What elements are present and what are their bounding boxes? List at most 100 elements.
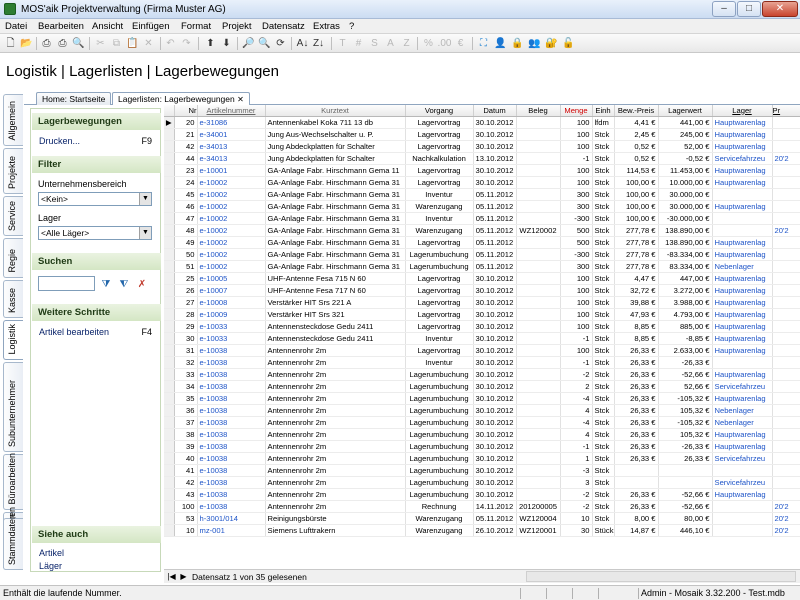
table-cell[interactable]: 20'2 bbox=[772, 152, 800, 165]
table-cell[interactable]: 36 bbox=[174, 404, 198, 417]
table-cell[interactable]: e-10005 bbox=[197, 272, 266, 285]
table-cell[interactable]: Jung Abdeckplatten für Schalter bbox=[265, 152, 406, 165]
table-cell[interactable]: Antennenrohr 2m bbox=[265, 392, 406, 405]
table-cell[interactable]: Lagerumbuchung bbox=[405, 428, 474, 441]
table-cell[interactable]: 05.11.2012 bbox=[473, 248, 517, 261]
table-row[interactable]: 35 e-10038 Antennenrohr 2m Lagerumbuchung 30… bbox=[164, 392, 800, 405]
row-selector[interactable] bbox=[164, 440, 175, 453]
table-cell[interactable]: 26,33 € bbox=[614, 344, 659, 357]
table-cell[interactable]: Hauptwarenlag bbox=[712, 284, 773, 297]
row-selector[interactable] bbox=[164, 464, 175, 477]
table-cell[interactable]: e-10001 bbox=[197, 164, 266, 177]
table-cell[interactable]: Lagervortrag bbox=[405, 116, 474, 129]
table-cell[interactable]: Nebenlager bbox=[712, 404, 773, 417]
table-cell[interactable]: Antennenrohr 2m bbox=[265, 476, 406, 489]
table-cell[interactable]: Antennenrohr 2m bbox=[265, 380, 406, 393]
table-cell[interactable]: Inventur bbox=[405, 188, 474, 201]
table-cell[interactable]: -1 bbox=[560, 440, 593, 453]
table-cell[interactable] bbox=[614, 464, 659, 477]
table-cell[interactable]: 30 bbox=[174, 332, 198, 345]
menu-datensatz[interactable]: Datensatz bbox=[262, 21, 305, 32]
table-cell[interactable] bbox=[772, 464, 800, 477]
row-selector[interactable] bbox=[164, 500, 175, 513]
table-row[interactable]: 44 e-34013 Jung Abdeckplatten für Schalter… bbox=[164, 152, 800, 165]
table-row[interactable]: 53 h-3001/014 Reinigungsbürste Warenzugang 0… bbox=[164, 512, 800, 525]
table-cell[interactable]: 26.10.2012 bbox=[473, 524, 517, 537]
table-cell[interactable]: Warenzugang bbox=[405, 512, 474, 525]
table-cell[interactable]: e-10038 bbox=[197, 380, 266, 393]
table-cell[interactable]: e-10002 bbox=[197, 236, 266, 249]
table-cell[interactable]: 05.11.2012 bbox=[473, 200, 517, 213]
table-cell[interactable]: Stck bbox=[592, 272, 615, 285]
table-cell[interactable]: e-10038 bbox=[197, 404, 266, 417]
table-cell[interactable]: e-31086 bbox=[197, 116, 266, 129]
table-row[interactable]: 45 e-10002 GA-Anlage Fabr. Hirschmann Gema… bbox=[164, 188, 800, 201]
table-cell[interactable]: Hauptwarenlag bbox=[712, 332, 773, 345]
table-cell[interactable]: Stck bbox=[592, 380, 615, 393]
table-row[interactable]: 39 e-10038 Antennenrohr 2m Lagerumbuchung 30… bbox=[164, 440, 800, 453]
table-cell[interactable]: 0,52 € bbox=[614, 140, 659, 153]
table-cell[interactable]: 30.10.2012 bbox=[473, 476, 517, 489]
close-tab-icon[interactable]: ✕ bbox=[237, 95, 244, 104]
table-cell[interactable] bbox=[772, 128, 800, 141]
table-cell[interactable]: -2 bbox=[560, 488, 593, 501]
table-cell[interactable]: 39,88 € bbox=[614, 296, 659, 309]
table-cell[interactable]: e-10002 bbox=[197, 212, 266, 225]
table-cell[interactable]: GA-Anlage Fabr. Hirschmann Gema 31 bbox=[265, 224, 406, 237]
table-cell[interactable] bbox=[516, 380, 561, 393]
row-selector[interactable] bbox=[164, 152, 175, 165]
table-cell[interactable]: 49 bbox=[174, 236, 198, 249]
table-cell[interactable] bbox=[712, 188, 773, 201]
vtab-kasse[interactable]: Kasse bbox=[3, 280, 23, 318]
table-cell[interactable]: Servicefahrzeu bbox=[712, 152, 773, 165]
table-cell[interactable]: Lagervortrag bbox=[405, 128, 474, 141]
table-cell[interactable]: GA-Anlage Fabr. Hirschmann Gema 31 bbox=[265, 176, 406, 189]
table-row[interactable]: 50 e-10002 GA-Anlage Fabr. Hirschmann Gema… bbox=[164, 248, 800, 261]
table-cell[interactable] bbox=[516, 368, 561, 381]
table-cell[interactable]: -4 bbox=[560, 416, 593, 429]
table-cell[interactable]: e-10038 bbox=[197, 440, 266, 453]
table-cell[interactable]: 05.11.2012 bbox=[473, 512, 517, 525]
table-cell[interactable]: 21 bbox=[174, 128, 198, 141]
table-cell[interactable]: 05.11.2012 bbox=[473, 236, 517, 249]
table-cell[interactable]: 30.10.2012 bbox=[473, 392, 517, 405]
col-header-vorgang[interactable]: Vorgang bbox=[405, 105, 474, 117]
number-format-icon[interactable]: # bbox=[351, 36, 366, 51]
col-header-kurztext[interactable]: Kurztext bbox=[265, 105, 406, 117]
key-lock-icon[interactable]: 🔐 bbox=[544, 36, 559, 51]
table-cell[interactable]: WZ120002 bbox=[516, 224, 561, 237]
table-cell[interactable]: 100 bbox=[560, 296, 593, 309]
table-cell[interactable]: 10 bbox=[560, 512, 593, 525]
table-cell[interactable]: 30.10.2012 bbox=[473, 308, 517, 321]
col-header-artikelnummer[interactable]: Artikelnummer bbox=[197, 105, 266, 117]
table-cell[interactable] bbox=[712, 356, 773, 369]
table-cell[interactable]: -52,66 € bbox=[658, 368, 713, 381]
table-cell[interactable]: Stck bbox=[592, 224, 615, 237]
table-row[interactable]: 21 e-34001 Jung Aus-Wechselschalter u. P. L… bbox=[164, 128, 800, 141]
table-cell[interactable]: 885,00 € bbox=[658, 320, 713, 333]
table-cell[interactable] bbox=[516, 440, 561, 453]
table-cell[interactable]: Servicefahrzeu bbox=[712, 380, 773, 393]
table-cell[interactable] bbox=[516, 344, 561, 357]
table-cell[interactable]: 2.633,00 € bbox=[658, 344, 713, 357]
table-cell[interactable]: 30.10.2012 bbox=[473, 488, 517, 501]
table-cell[interactable]: e-10033 bbox=[197, 320, 266, 333]
minimize-button[interactable]: – bbox=[712, 1, 736, 17]
table-cell[interactable]: e-10002 bbox=[197, 200, 266, 213]
table-cell[interactable]: 28 bbox=[174, 308, 198, 321]
table-cell[interactable]: 20'2 bbox=[772, 524, 800, 537]
table-row[interactable]: 31 e-10038 Antennenrohr 2m Lagervortrag 30.1… bbox=[164, 344, 800, 357]
table-cell[interactable] bbox=[614, 476, 659, 489]
table-cell[interactable]: e-10038 bbox=[197, 392, 266, 405]
table-cell[interactable]: Stck bbox=[592, 464, 615, 477]
table-cell[interactable]: 201200005 bbox=[516, 500, 561, 513]
table-cell[interactable]: 23 bbox=[174, 164, 198, 177]
row-selector[interactable] bbox=[164, 356, 175, 369]
table-cell[interactable]: 80,00 € bbox=[658, 512, 713, 525]
table-cell[interactable]: 1 bbox=[560, 452, 593, 465]
table-row[interactable]: 26 e-10007 UHF-Antenne Fesa 717 N 60 Lagerv… bbox=[164, 284, 800, 297]
table-cell[interactable]: 26,33 € bbox=[614, 404, 659, 417]
table-cell[interactable]: Nebenlager bbox=[712, 260, 773, 273]
table-cell[interactable]: Stck bbox=[592, 488, 615, 501]
next-record-nav-icon[interactable]: ▶ bbox=[178, 571, 189, 582]
